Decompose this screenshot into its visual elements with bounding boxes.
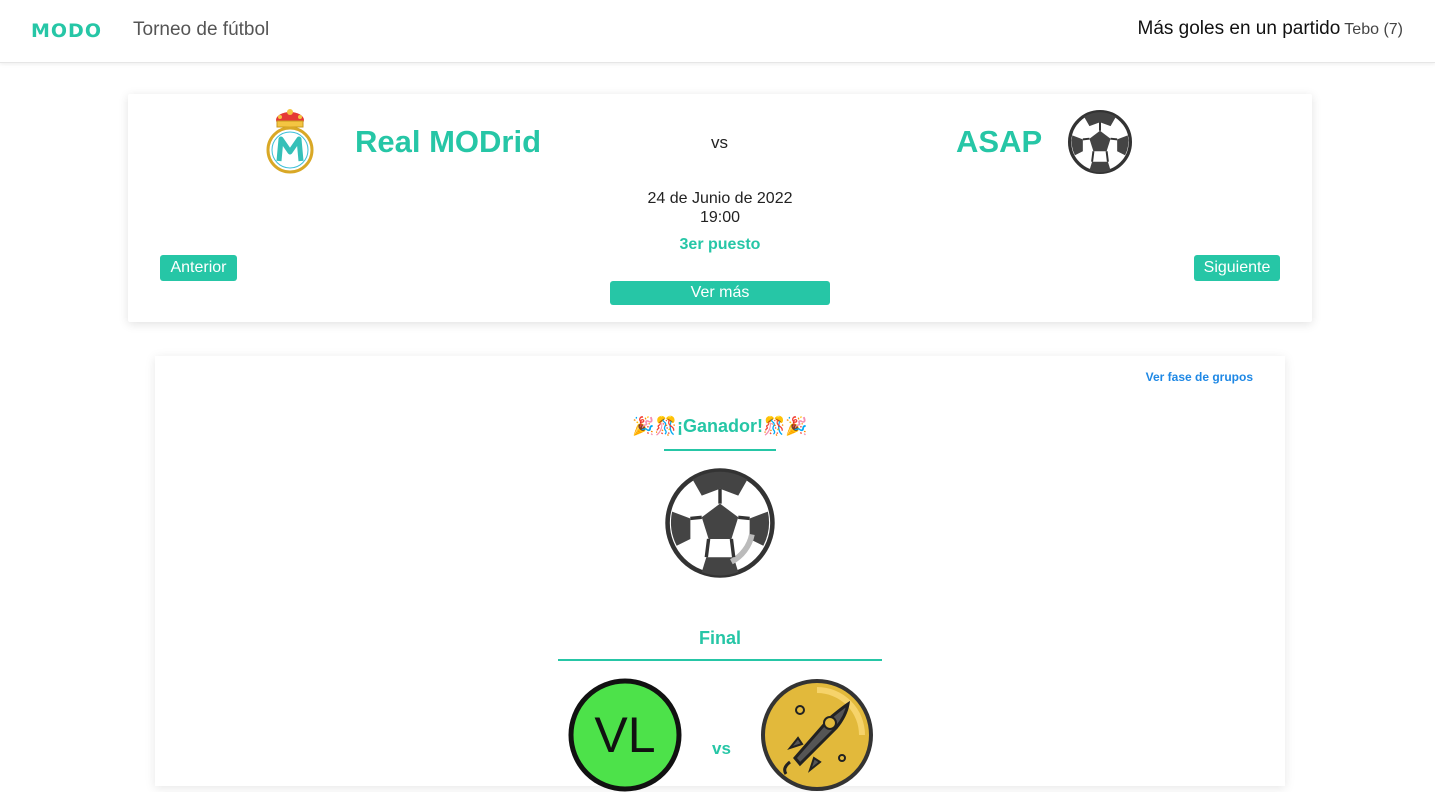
match-date: 24 de Junio de 2022 <box>647 190 793 207</box>
away-team-name: ASAP <box>956 124 1043 159</box>
groups-stage-link[interactable]: Ver fase de grupos <box>1146 370 1253 384</box>
top-bar: MODO Torneo de fútbol Más goles en un pa… <box>0 0 1435 63</box>
match-round: 3er puesto <box>679 236 761 253</box>
bracket-card: Ver fase de grupos 🎉🎊¡Ganador!🎊🎉 Final V… <box>155 356 1285 792</box>
final-vs: vs <box>712 739 731 758</box>
winner-title: 🎉🎊¡Ganador!🎊🎉 <box>632 416 808 436</box>
final-underline <box>558 659 882 661</box>
modo-logo[interactable]: MODO <box>31 20 102 42</box>
previous-button[interactable]: Anterior <box>160 255 237 281</box>
winner-underline <box>664 449 776 451</box>
top-scorer-label: Más goles en un partido <box>1137 18 1341 39</box>
vl-team-badge-icon: VL <box>568 678 682 792</box>
winner-soccer-ball-icon <box>665 468 775 578</box>
top-scorer-value: Tebo (7) <box>1344 21 1403 38</box>
final-title: Final <box>698 628 741 648</box>
real-modrid-crest-icon <box>266 109 314 174</box>
match-time: 19:00 <box>699 209 741 226</box>
svg-text:VL: VL <box>594 707 655 763</box>
match-card: Real MODrid vs ASAP 24 de Junio de 2022 … <box>128 94 1312 322</box>
top-scorer: Más goles en un partido Tebo (7) <box>1138 18 1404 40</box>
see-more-button[interactable]: Ver más <box>610 281 830 305</box>
rocket-team-badge-icon <box>761 679 873 791</box>
next-button[interactable]: Siguiente <box>1194 255 1280 281</box>
soccer-ball-icon <box>1067 109 1133 175</box>
match-vs: vs <box>711 133 728 152</box>
page-title: Torneo de fútbol <box>133 19 270 40</box>
home-team-name: Real MODrid <box>355 124 542 159</box>
